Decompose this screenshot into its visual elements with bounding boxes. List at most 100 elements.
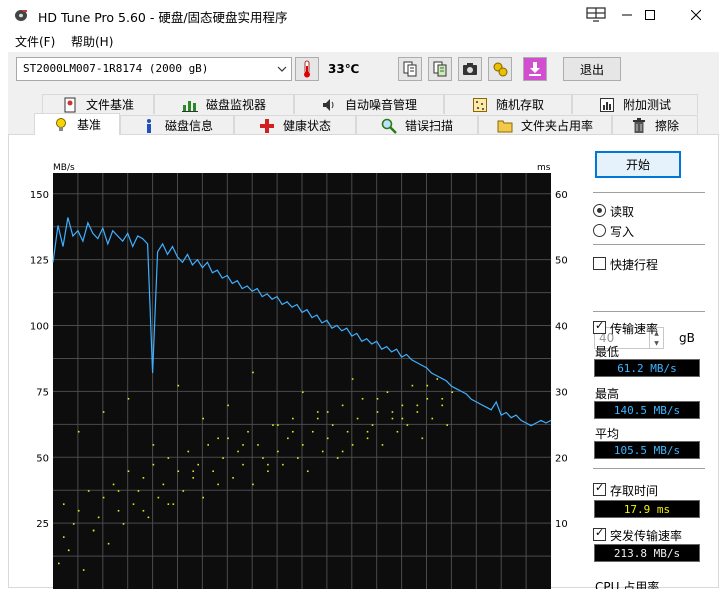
access-time-point	[366, 437, 369, 440]
tab-label: 文件夹占用率	[520, 119, 593, 133]
read-radio[interactable]	[593, 204, 606, 217]
menu-help[interactable]: 帮助(H)	[71, 33, 113, 50]
access-time-point	[167, 457, 170, 459]
left-axis-tick-label: 150	[30, 190, 49, 201]
side-panel: 开始 读取 写入 快捷行程 40 ▲ ▼ gB 传输速率 最低 61.2 MB/…	[587, 135, 720, 589]
exit-button[interactable]: 退出	[563, 57, 621, 81]
tab-random-access[interactable]: 随机存取	[444, 94, 572, 114]
access-time-point	[297, 457, 299, 459]
transfer-rate-chart: 150 125 100 75 50 25 60 50 40 30 20 10 MB/s ms	[30, 163, 568, 589]
access-time-point	[187, 450, 190, 453]
access-time-point	[376, 411, 379, 413]
access-time-point	[227, 404, 229, 407]
access-time-point	[67, 549, 70, 552]
stepper-down-icon[interactable]: ▼	[650, 338, 663, 348]
unit-gb-label: gB	[679, 331, 695, 345]
access-time-checkbox[interactable]	[593, 481, 606, 496]
access-time-point	[57, 562, 60, 565]
close-button[interactable]	[673, 0, 719, 30]
access-time-point	[177, 384, 180, 387]
toolbar: ST2000LM007-1R8174 (2000 gB) 33℃ 退出	[8, 52, 719, 88]
access-time-point	[311, 430, 314, 433]
access-time-point	[287, 437, 289, 440]
tab-disk-monitor[interactable]: 磁盘监视器	[154, 94, 294, 114]
hdtune-app-icon	[15, 10, 27, 21]
screenshot-button[interactable]	[458, 57, 482, 81]
tab-label: 磁盘信息	[164, 119, 213, 133]
tab-control: 文件基准 磁盘监视器 自动噪音管理 随机存取 附加测试 基准 磁盘信息 健康状态…	[8, 88, 720, 589]
access-time-point	[306, 470, 309, 473]
access-time-point	[356, 417, 359, 420]
drive-select[interactable]: ST2000LM007-1R8174 (2000 gB)	[16, 57, 292, 81]
access-time-point	[416, 411, 419, 413]
access-time-point	[321, 450, 324, 453]
menu-file[interactable]: 文件(F)	[15, 33, 55, 50]
tab-disk-info[interactable]: 磁盘信息	[120, 115, 234, 135]
access-time-point	[152, 463, 155, 466]
access-time-point	[132, 503, 135, 505]
write-radio[interactable]	[593, 224, 606, 237]
access-time-point	[212, 470, 214, 473]
access-time-point	[366, 430, 369, 433]
tab-error-scan[interactable]: 错误扫描	[356, 115, 478, 135]
access-time-point	[107, 542, 110, 545]
access-time-point	[351, 378, 354, 380]
access-time-point	[267, 463, 269, 466]
right-axis-tick-label: 40	[555, 322, 568, 333]
tab-erase[interactable]: 擦除	[612, 115, 698, 135]
access-time-point	[252, 483, 254, 486]
burst-rate-value: 213.8 MB/s	[594, 544, 700, 562]
camera-icon	[463, 63, 477, 75]
short-stroke-checkbox[interactable]	[593, 257, 606, 270]
access-time-point	[411, 384, 414, 387]
tab-folder-usage[interactable]: 文件夹占用率	[478, 115, 612, 135]
maximize-button[interactable]	[627, 0, 673, 30]
access-time-point	[292, 430, 294, 433]
transfer-rate-checkbox[interactable]	[593, 319, 606, 334]
speaker-icon	[322, 98, 334, 111]
short-stroke-label: 快捷行程	[610, 258, 659, 272]
min-value: 61.2 MB/s	[594, 359, 700, 377]
left-axis-tick-label: 125	[30, 256, 49, 267]
right-axis-tick-label: 30	[555, 387, 568, 398]
info-icon	[146, 118, 151, 133]
start-button[interactable]: 开始	[595, 151, 681, 178]
access-time-point	[247, 430, 249, 433]
access-time-point	[391, 417, 394, 420]
tab-health[interactable]: 健康状态	[234, 115, 356, 135]
burst-rate-checkbox[interactable]	[593, 526, 606, 541]
access-time-point	[112, 483, 115, 486]
tab-file-benchmark[interactable]: 文件基准	[42, 94, 154, 114]
left-axis-tick-label: 100	[30, 322, 49, 333]
random-dots-icon	[472, 97, 487, 112]
access-time-point	[361, 397, 364, 400]
access-time-point	[207, 444, 209, 446]
tab-aam[interactable]: 自动噪音管理	[294, 94, 444, 114]
tab-benchmark[interactable]: 基准	[34, 113, 120, 135]
access-time-point	[426, 397, 429, 400]
access-time-point	[376, 397, 379, 400]
temperature-button[interactable]	[295, 57, 319, 81]
copy-all-button[interactable]	[428, 57, 452, 81]
access-time-point	[102, 496, 105, 499]
options-button[interactable]	[488, 57, 512, 81]
window-title: HD Tune Pro 5.60 - 硬盘/固态硬盘实用程序	[38, 10, 288, 25]
access-time-point	[277, 450, 279, 453]
access-time-point	[436, 378, 439, 380]
access-time-point	[92, 529, 95, 532]
left-axis-tick-label: 75	[36, 387, 49, 398]
tab-extra-tests[interactable]: 附加测试	[572, 94, 698, 114]
access-time-point	[142, 477, 145, 479]
right-axis-unit: ms	[537, 163, 551, 173]
access-time-point	[326, 437, 329, 440]
bar-chart-icon	[181, 100, 198, 112]
access-time-point	[272, 424, 274, 426]
save-button[interactable]	[523, 57, 547, 81]
access-time-point	[202, 417, 204, 420]
access-time-point	[127, 397, 130, 400]
access-time-point	[441, 397, 444, 400]
download-arrow-icon	[529, 62, 541, 76]
access-time-point	[421, 437, 424, 440]
copy-text-button[interactable]	[398, 57, 422, 81]
right-axis-tick-label: 50	[555, 256, 568, 267]
